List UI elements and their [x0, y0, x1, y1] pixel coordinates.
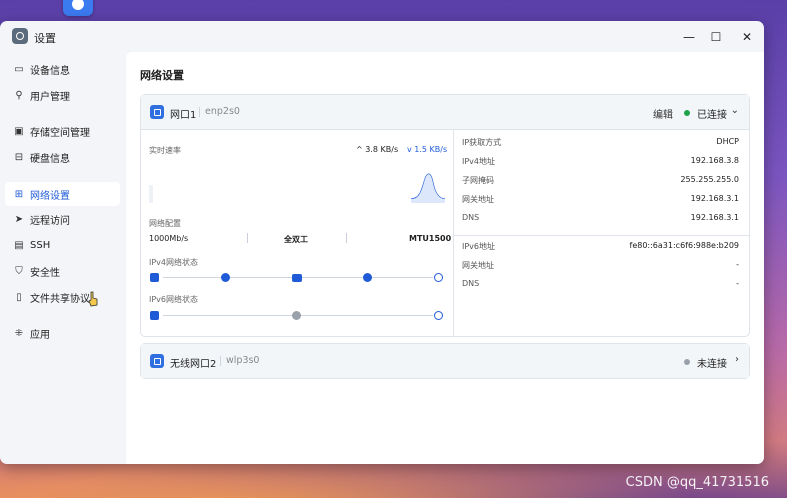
chevron-right-icon[interactable]: ›: [735, 354, 739, 365]
divider: [199, 107, 200, 117]
nic2-header[interactable]: 无线网口2 wlp3s0 未连接 ›: [141, 344, 749, 378]
sidebar-item-ssh[interactable]: ▤ SSH: [5, 233, 120, 257]
device-icon: [150, 273, 159, 282]
monitor-icon: ▭: [14, 63, 24, 75]
realtime-label: 实时速率: [149, 146, 181, 155]
info-row: DNS 192.168.3.1: [462, 213, 739, 222]
network-icon: ⊞: [14, 188, 24, 200]
sidebar-item-label: 应用: [30, 329, 50, 341]
sidebar-item-security[interactable]: ⛉ 安全性: [5, 259, 120, 283]
globe-icon: [434, 273, 443, 282]
config-label: 网络配置: [149, 219, 181, 228]
sidebar-item-remote-access[interactable]: ➤ 远程访问: [5, 207, 120, 231]
info-row: IPv6地址 fe80::6a31:c6f6:988e:b209: [462, 241, 739, 251]
send-icon: ➤: [14, 213, 24, 225]
user-icon: ⚲: [15, 89, 23, 101]
hand-cursor-icon: [88, 291, 98, 307]
sidebar-item-label: 网络设置: [30, 190, 70, 202]
sidebar-item-device-info[interactable]: ▭ 设备信息: [5, 57, 120, 81]
sidebar: ▭ 设备信息 ⚲ 用户管理 ▣ 存储空间管理 ⊟ 硬盘信息 ⊞ 网络设置 ➤ 远…: [0, 52, 126, 464]
nic1-name: 网口1: [170, 110, 197, 121]
nic2-device: wlp3s0: [226, 355, 260, 366]
status-dot: [684, 359, 690, 365]
sidebar-item-network[interactable]: ⊞ 网络设置: [5, 182, 120, 206]
nic1-info-pane: IP获取方式 DHCP IPv4地址 192.168.3.8 子网掩码 255.255…: [454, 130, 749, 336]
divider: [247, 233, 248, 243]
info-row: 网关地址 -: [462, 260, 739, 270]
info-row: 子网掩码 255.255.255.0: [462, 175, 739, 185]
sidebar-item-label: 远程访问: [30, 215, 70, 227]
divider: [454, 235, 749, 236]
ipv6-state-label: IPv6网络状态: [149, 295, 199, 304]
sidebar-item-label: SSH: [30, 239, 51, 251]
info-row: IP获取方式 DHCP: [462, 137, 739, 147]
nic1-header[interactable]: 网口1 enp2s0 编辑 已连接 ⌄: [141, 95, 749, 130]
settings-gear-icon: [12, 28, 28, 44]
upload-rate: ^ 3.8 KB/s: [356, 145, 399, 154]
chart-bar: [149, 185, 153, 203]
sidebar-item-file-sharing[interactable]: ▯ 文件共享协议: [5, 285, 120, 309]
sidebar-item-label: 硬盘信息: [30, 153, 70, 165]
maximize-button[interactable]: ☐: [706, 27, 726, 47]
nic1-status: 已连接: [697, 110, 727, 121]
shield-icon: ⛉: [15, 265, 23, 277]
link-speed: 1000Mb/s: [149, 234, 189, 243]
globe-icon: [434, 311, 443, 320]
settings-window: 设置 — ☐ ✕ ▭ 设备信息 ⚲ 用户管理 ▣ 存储空间管理 ⊟ 硬盘信息 ⊞…: [0, 21, 764, 464]
minimize-button[interactable]: —: [679, 27, 699, 47]
title-bar: 设置 — ☐ ✕: [0, 21, 764, 52]
sidebar-item-user-management[interactable]: ⚲ 用户管理: [5, 83, 120, 107]
download-rate: v 1.5 KB/s: [407, 145, 448, 154]
nic2-status: 未连接: [697, 359, 727, 370]
nic2-card[interactable]: 无线网口2 wlp3s0 未连接 ›: [140, 343, 750, 379]
divider: [220, 356, 221, 366]
storage-icon: ▣: [14, 125, 24, 137]
nic1-traffic-pane: 实时速率 ^ 3.8 KB/s v 1.5 KB/s 网络配置 1000Mb/s…: [141, 130, 454, 336]
sidebar-item-label: 存储空间管理: [30, 127, 90, 139]
window-title: 设置: [34, 32, 56, 45]
disk-icon: ⊟: [14, 151, 24, 163]
wifi-link-icon: [150, 354, 164, 368]
status-dot: [684, 110, 690, 116]
main-content: 网络设置 网口1 enp2s0 编辑 已连接 ⌄ 实时速率 ^ 3.8 KB/s…: [126, 52, 764, 464]
sidebar-item-storage[interactable]: ▣ 存储空间管理: [5, 119, 120, 143]
sidebar-item-label: 文件共享协议: [30, 293, 90, 305]
sidebar-item-label: 设备信息: [30, 65, 70, 77]
ipv4-node: [221, 273, 230, 282]
info-row: DNS -: [462, 279, 739, 288]
nic1-device: enp2s0: [205, 106, 240, 117]
info-row: IPv4地址 192.168.3.8: [462, 156, 739, 166]
edit-button[interactable]: 编辑: [653, 106, 673, 121]
file-share-icon: ▯: [16, 291, 22, 303]
ipv6-node: [292, 311, 301, 320]
mtu: MTU1500: [409, 234, 452, 243]
duplex: 全双工: [284, 235, 308, 244]
traffic-sparkline: [411, 173, 445, 203]
router-icon: [292, 274, 302, 282]
device-icon: [150, 311, 159, 320]
ipv4-state-label: IPv4网络状态: [149, 258, 199, 267]
ethernet-icon: [150, 105, 164, 119]
page-title: 网络设置: [140, 69, 184, 82]
chevron-down-icon[interactable]: ⌄: [731, 105, 739, 116]
desktop-app-icon[interactable]: [63, 0, 93, 16]
nic1-card: 网口1 enp2s0 编辑 已连接 ⌄ 实时速率 ^ 3.8 KB/s v 1.…: [140, 94, 750, 337]
watermark: CSDN @qq_41731516: [625, 475, 769, 490]
info-row: 网关地址 192.168.3.1: [462, 194, 739, 204]
sidebar-item-label: 安全性: [30, 267, 60, 279]
nic2-name: 无线网口2: [170, 359, 217, 370]
terminal-icon: ▤: [14, 239, 24, 251]
sidebar-item-label: 用户管理: [30, 91, 70, 103]
close-button[interactable]: ✕: [737, 27, 757, 47]
sidebar-item-apps[interactable]: ⁜ 应用: [5, 321, 120, 345]
ipv4-node: [363, 273, 372, 282]
sidebar-item-disk-info[interactable]: ⊟ 硬盘信息: [5, 145, 120, 169]
apps-icon: ⁜: [14, 327, 24, 339]
divider: [346, 233, 347, 243]
